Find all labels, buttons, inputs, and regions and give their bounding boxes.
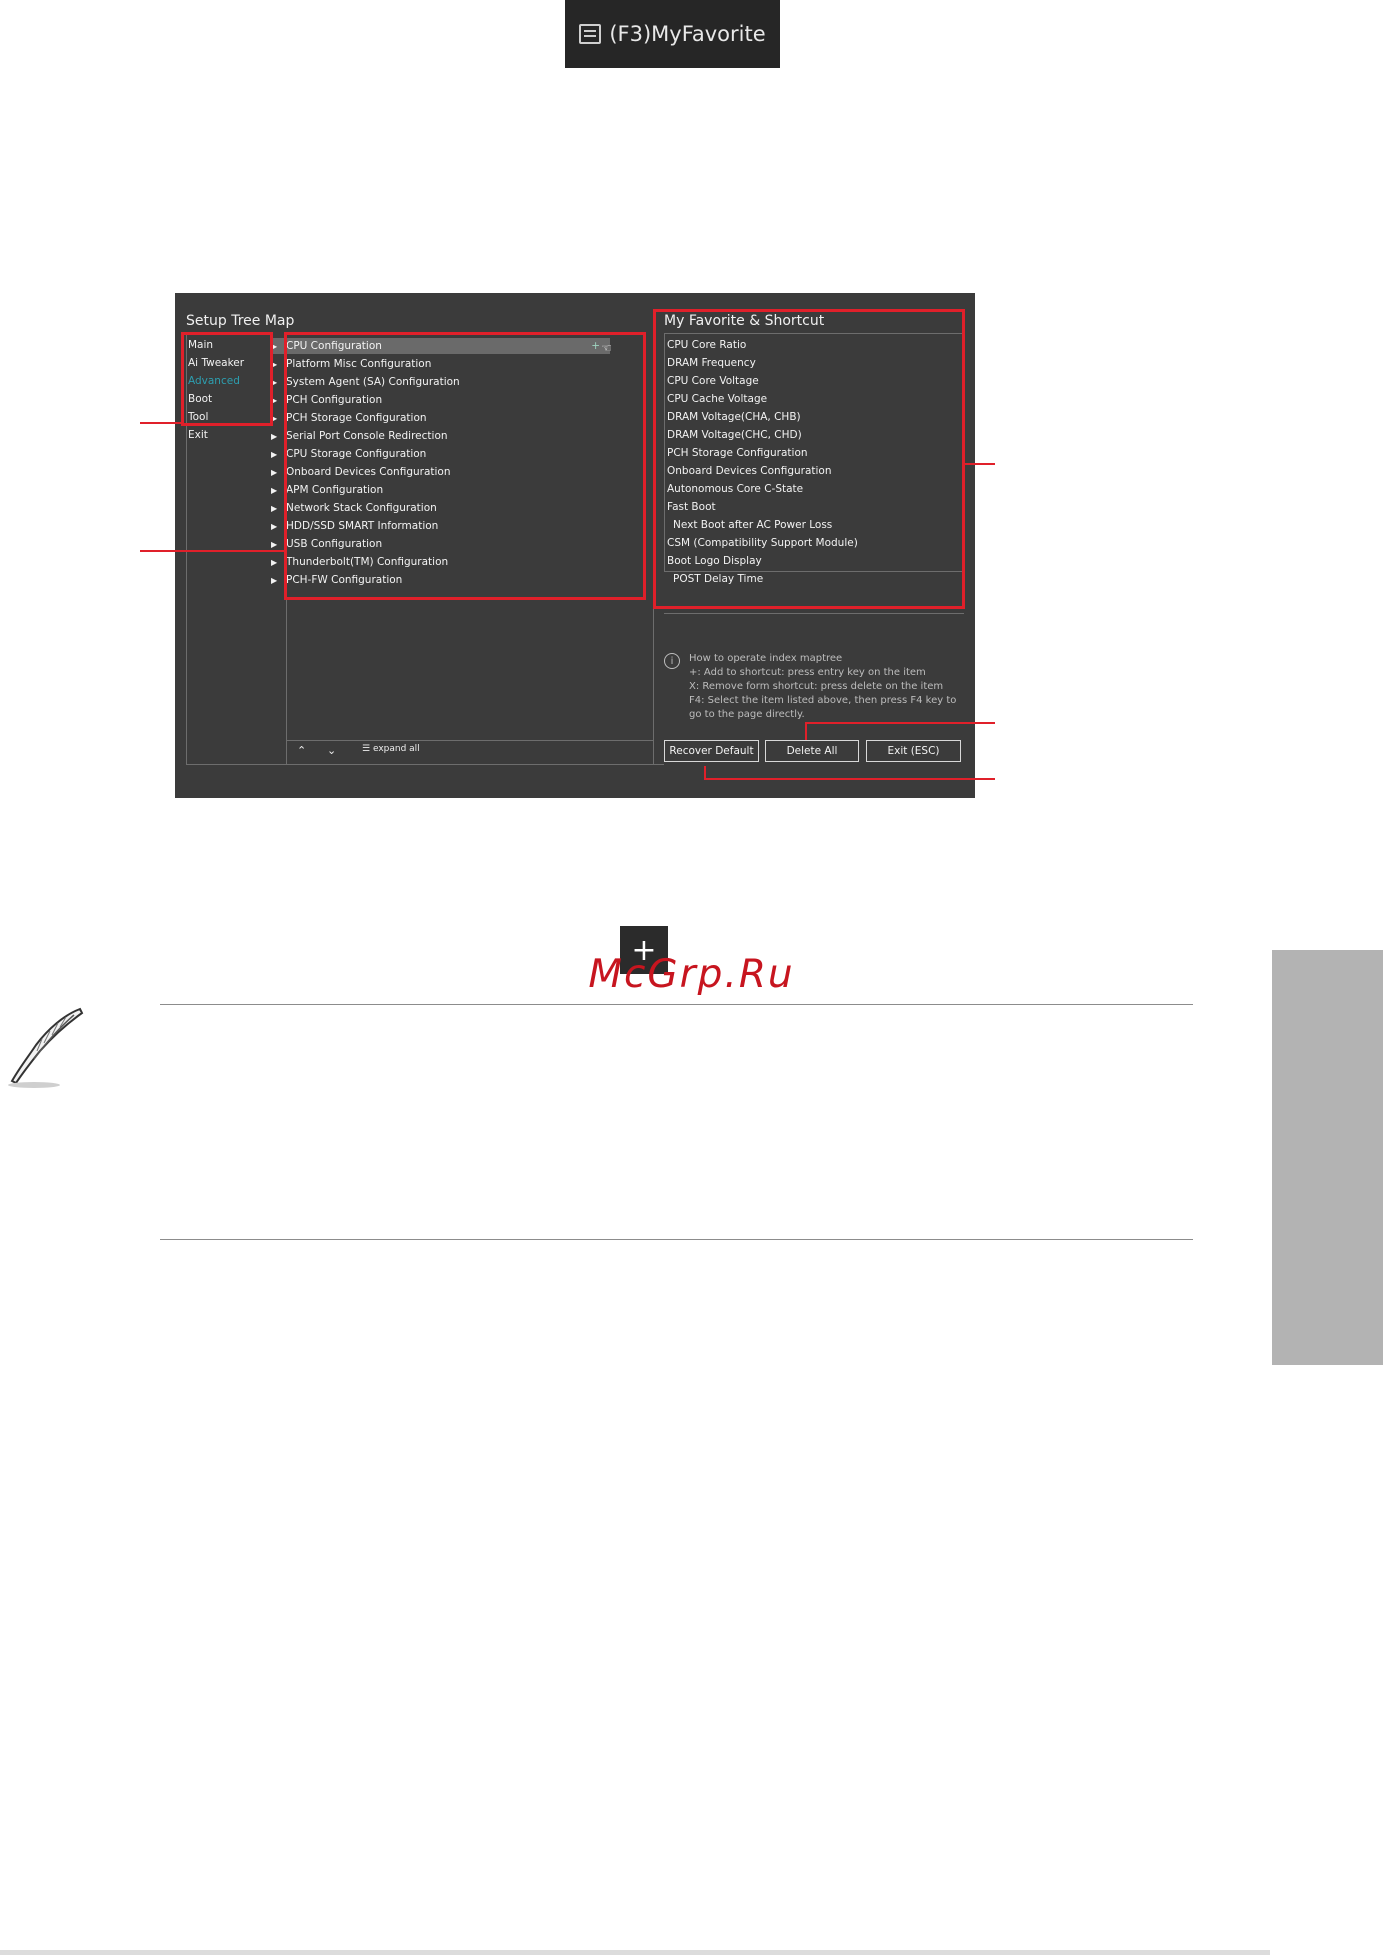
- help-line: X: Remove form shortcut: press delete on…: [689, 681, 944, 692]
- recover-default-button[interactable]: Recover Default: [664, 740, 759, 762]
- tree-map-title: Setup Tree Map: [186, 313, 295, 329]
- note-bottom-rule: [160, 1239, 1193, 1240]
- info-icon: i: [664, 653, 680, 669]
- expand-down-icon[interactable]: ⌄: [327, 744, 336, 757]
- submenu-callout-line: [140, 550, 285, 552]
- my-favorite-label: (F3)MyFavorite: [609, 22, 766, 46]
- list-icon: [579, 24, 602, 44]
- delete-all-callout-line: [805, 722, 995, 724]
- delete-all-button[interactable]: Delete All: [765, 740, 859, 762]
- menu-callout-box: [181, 332, 273, 426]
- page-bottom-rule: [0, 1950, 1270, 1955]
- collapse-up-icon[interactable]: ⌃: [297, 744, 306, 757]
- list-icon: ☰: [362, 744, 371, 754]
- note-top-rule: [160, 1004, 1193, 1005]
- my-favorite-button[interactable]: (F3)MyFavorite: [565, 0, 780, 68]
- recover-callout-tick: [704, 766, 706, 779]
- menu-callout-line: [140, 422, 182, 424]
- watermark: McGrp.Ru: [588, 952, 795, 997]
- recover-callout-line: [704, 778, 995, 780]
- menu-exit[interactable]: Exit: [188, 429, 208, 441]
- help-line: How to operate index maptree: [689, 653, 843, 664]
- favorites-callout-line: [965, 463, 995, 465]
- chapter-side-tab: [1272, 950, 1383, 1365]
- expand-all-button[interactable]: ☰ expand all: [362, 744, 420, 754]
- help-line: go to the page directly.: [689, 709, 805, 720]
- favorites-callout-box: [653, 309, 965, 609]
- help-line: F4: Select the item listed above, then p…: [689, 695, 957, 706]
- submenu-callout-box: [284, 332, 646, 600]
- delete-all-callout-tick: [805, 722, 807, 740]
- help-line: +: Add to shortcut: press entry key on t…: [689, 667, 926, 678]
- exit-button[interactable]: Exit (ESC): [866, 740, 961, 762]
- note-quill-icon: [8, 1007, 84, 1088]
